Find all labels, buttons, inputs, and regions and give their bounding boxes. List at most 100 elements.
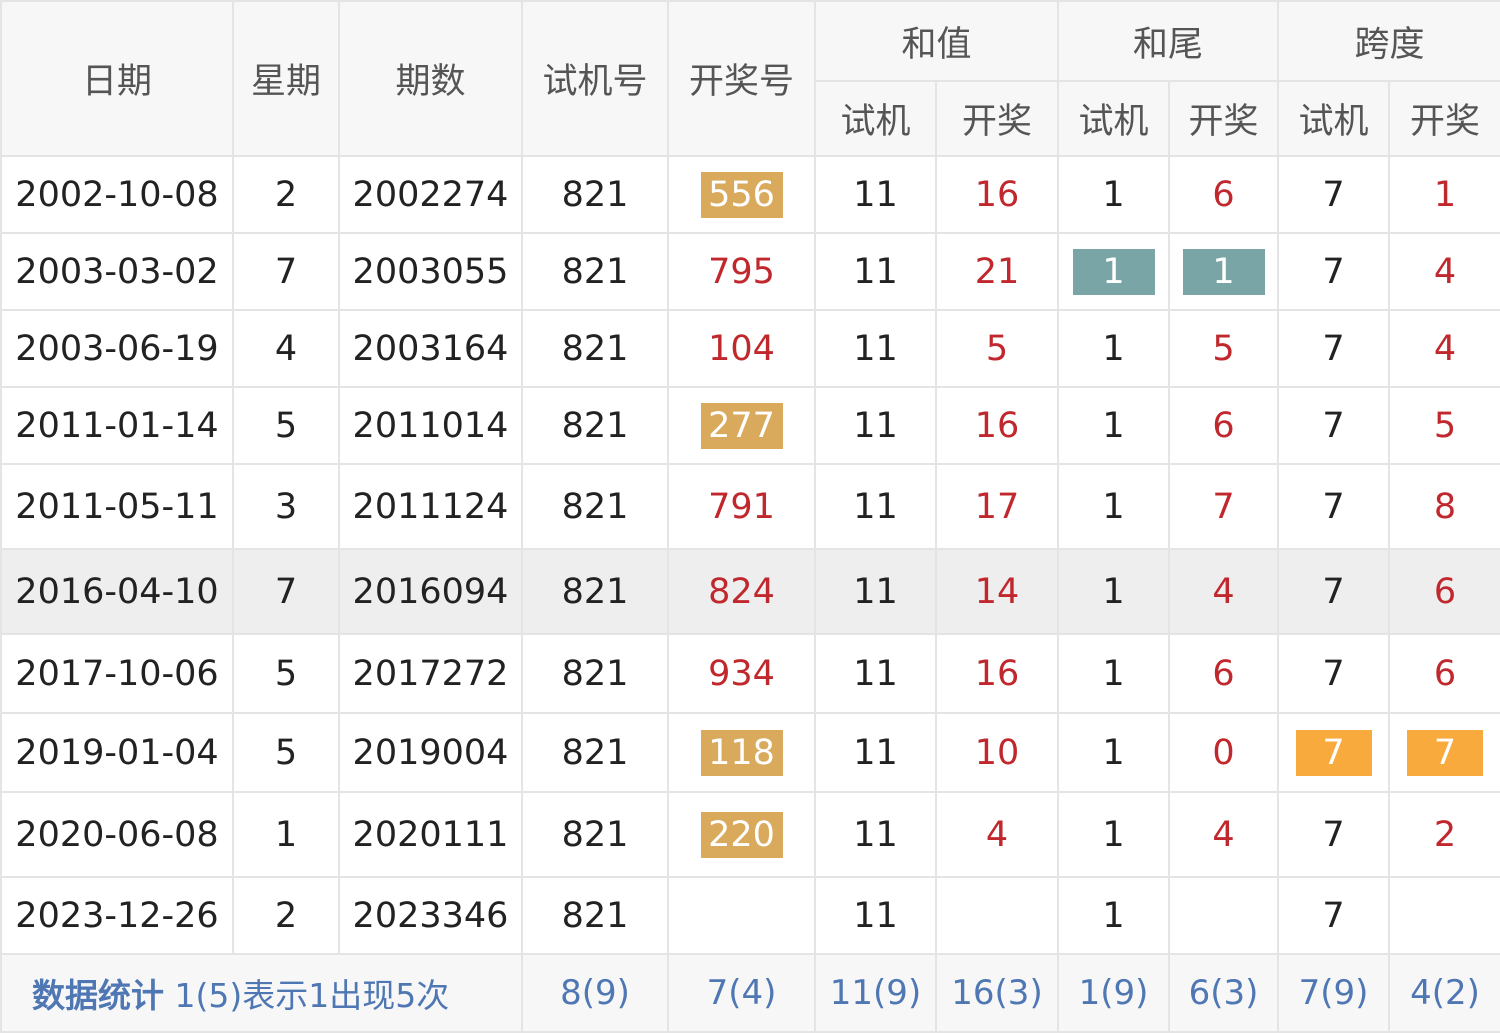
stats-row: 数据统计 1(5)表示1出现5次 8(9) 7(4) 11(9) 16(3) 1… (0, 953, 1500, 1033)
span-draw-cell: 6 (1388, 548, 1500, 635)
header-sum-draw: 开奖 (934, 80, 1060, 157)
draw-number-cell: 118 (667, 712, 816, 793)
tail-trial-cell: 1 (1057, 712, 1171, 793)
stats-sum-trial: 11(9) (814, 953, 937, 1033)
trial-number-cell: 821 (521, 232, 669, 311)
tail-draw-cell: 7 (1168, 463, 1280, 550)
stats-span-draw: 4(2) (1388, 953, 1500, 1033)
weekday-cell: 7 (232, 232, 340, 311)
sum-draw-cell (934, 876, 1060, 955)
tail-trial-highlight: 1 (1072, 248, 1155, 295)
draw-number-cell: 277 (667, 386, 816, 465)
span-trial-cell: 7 (1277, 386, 1391, 465)
issue-cell: 2023346 (338, 876, 523, 955)
trial-number-cell: 821 (521, 386, 669, 465)
draw-number-cell: 824 (667, 548, 816, 635)
stats-span-trial: 7(9) (1277, 953, 1391, 1033)
tail-draw-highlight: 1 (1182, 248, 1265, 295)
tail-trial-cell: 1 (1057, 791, 1171, 878)
table-row: 2016-04-10 7 2016094 821 824 11 14 1 4 7… (0, 548, 1500, 635)
span-draw-highlight: 7 (1407, 729, 1484, 776)
sum-draw-cell: 4 (934, 791, 1060, 878)
header-sum-group: 和值 (813, 0, 1060, 82)
draw-number-cell (667, 876, 816, 955)
issue-cell: 2017272 (338, 633, 523, 714)
sum-draw-cell: 21 (934, 232, 1060, 311)
tail-draw-cell: 6 (1168, 633, 1280, 714)
sum-trial-cell: 11 (814, 309, 937, 388)
sum-trial-cell: 11 (814, 232, 937, 311)
header-issue: 期数 (338, 0, 523, 157)
trial-number-cell: 821 (521, 463, 669, 550)
stats-note: 1(5)表示1出现5次 (174, 976, 450, 1015)
date-cell: 2017-10-06 (0, 633, 234, 714)
issue-cell: 2003055 (338, 232, 523, 311)
draw-number-cell: 556 (667, 155, 816, 234)
issue-cell: 2019004 (338, 712, 523, 793)
header-tail-draw: 开奖 (1168, 80, 1280, 157)
date-cell: 2011-05-11 (0, 463, 234, 550)
span-trial-cell: 7 (1277, 548, 1391, 635)
date-cell: 2011-01-14 (0, 386, 234, 465)
sum-draw-cell: 16 (934, 633, 1060, 714)
stats-title-cell: 数据统计 1(5)表示1出现5次 (0, 953, 523, 1033)
tail-draw-cell: 4 (1168, 548, 1280, 635)
header-span-group: 跨度 (1277, 0, 1500, 82)
stats-sum-draw: 16(3) (934, 953, 1060, 1033)
tail-draw-cell: 6 (1168, 155, 1280, 234)
tail-trial-cell: 1 (1057, 309, 1171, 388)
draw-number-highlight: 220 (700, 811, 783, 858)
sum-trial-cell: 11 (814, 155, 937, 234)
draw-number-cell: 791 (667, 463, 816, 550)
table-row: 2020-06-08 1 2020111 821 220 11 4 1 4 7 … (0, 791, 1500, 878)
header-sum-trial: 试机 (814, 80, 937, 157)
date-cell: 2020-06-08 (0, 791, 234, 878)
span-trial-cell: 7 (1277, 712, 1391, 793)
stats-tail-trial: 1(9) (1057, 953, 1171, 1033)
date-cell: 2002-10-08 (0, 155, 234, 234)
tail-trial-cell: 1 (1057, 463, 1171, 550)
sum-trial-cell: 11 (814, 876, 937, 955)
span-draw-cell: 6 (1388, 633, 1500, 714)
draw-number-highlight: 118 (700, 729, 783, 776)
trial-number-cell: 821 (521, 712, 669, 793)
tail-trial-cell: 1 (1057, 548, 1171, 635)
draw-number-cell: 795 (667, 232, 816, 311)
sum-trial-cell: 11 (814, 712, 937, 793)
span-trial-cell: 7 (1277, 633, 1391, 714)
weekday-cell: 7 (232, 548, 340, 635)
sum-draw-cell: 17 (934, 463, 1060, 550)
draw-number-highlight: 556 (700, 171, 783, 218)
issue-cell: 2002274 (338, 155, 523, 234)
header-draw-number: 开奖号 (667, 0, 816, 157)
weekday-cell: 5 (232, 712, 340, 793)
span-trial-highlight: 7 (1295, 729, 1372, 776)
weekday-cell: 3 (232, 463, 340, 550)
sum-trial-cell: 11 (814, 386, 937, 465)
weekday-cell: 2 (232, 155, 340, 234)
draw-number-cell: 104 (667, 309, 816, 388)
table-row: 2023-12-26 2 2023346 821 11 1 7 (0, 876, 1500, 955)
trial-number-cell: 821 (521, 876, 669, 955)
weekday-cell: 1 (232, 791, 340, 878)
weekday-cell: 4 (232, 309, 340, 388)
date-cell: 2019-01-04 (0, 712, 234, 793)
stats-draw: 7(4) (667, 953, 816, 1033)
trial-number-cell: 821 (521, 155, 669, 234)
tail-trial-cell: 1 (1057, 232, 1171, 311)
span-trial-cell: 7 (1277, 463, 1391, 550)
sum-draw-cell: 16 (934, 386, 1060, 465)
weekday-cell: 2 (232, 876, 340, 955)
tail-draw-cell: 0 (1168, 712, 1280, 793)
issue-cell: 2020111 (338, 791, 523, 878)
issue-cell: 2011124 (338, 463, 523, 550)
header-span-trial: 试机 (1277, 80, 1391, 157)
span-trial-cell: 7 (1277, 791, 1391, 878)
span-trial-cell: 7 (1277, 876, 1391, 955)
sum-trial-cell: 11 (814, 463, 937, 550)
draw-number-cell: 934 (667, 633, 816, 714)
sum-draw-cell: 5 (934, 309, 1060, 388)
stats-trial: 8(9) (521, 953, 669, 1033)
tail-draw-cell: 5 (1168, 309, 1280, 388)
sum-trial-cell: 11 (814, 791, 937, 878)
